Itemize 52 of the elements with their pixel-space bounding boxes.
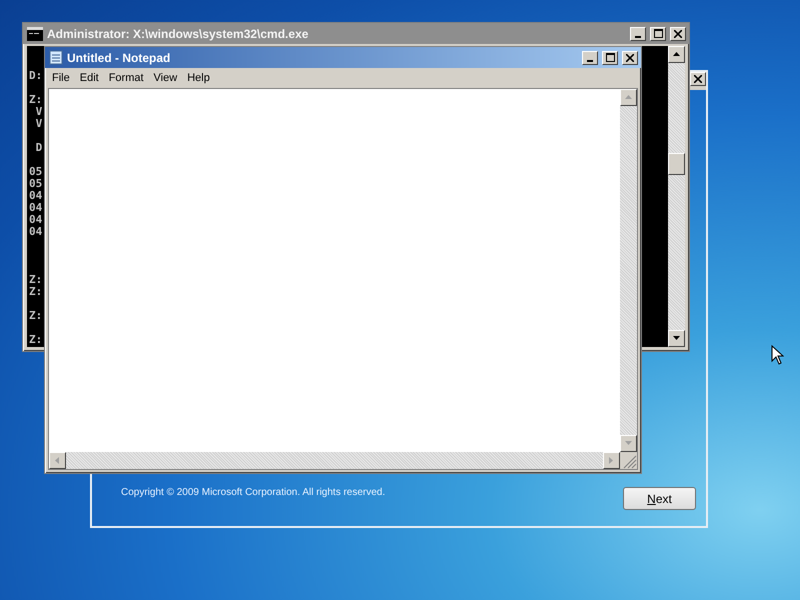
- maximize-icon: [654, 29, 662, 38]
- console-line: 04: [29, 202, 42, 214]
- scroll-down-button[interactable]: [620, 435, 637, 452]
- close-button[interactable]: [690, 72, 706, 86]
- console-line: V: [34, 106, 42, 118]
- console-line: Z:: [29, 274, 42, 286]
- console-line: Z:: [29, 94, 42, 106]
- scrollbar[interactable]: [668, 46, 685, 347]
- window-title: Administrator: X:\windows\system32\cmd.exe: [47, 26, 310, 40]
- console-line: 04: [29, 214, 42, 226]
- console-line: V: [34, 118, 42, 130]
- close-button[interactable]: [622, 50, 638, 64]
- menu-item[interactable]: Help: [182, 72, 215, 84]
- scroll-left-button[interactable]: [49, 452, 66, 469]
- console-line: 04: [29, 190, 42, 202]
- menu-item[interactable]: Edit: [74, 72, 104, 84]
- console-line: Z:: [29, 334, 42, 346]
- mouse-pointer-icon: [771, 345, 784, 365]
- close-icon: [626, 54, 634, 62]
- up-arrow-icon: [672, 50, 681, 59]
- scroll-down-button[interactable]: [668, 330, 685, 347]
- menu-item[interactable]: Format: [104, 72, 149, 84]
- left-arrow-icon: [53, 456, 62, 465]
- minimize-button[interactable]: [630, 26, 646, 40]
- menu-item[interactable]: View: [148, 72, 182, 84]
- scroll-up-button[interactable]: [620, 89, 637, 106]
- scroll-thumb[interactable]: [668, 153, 685, 175]
- minimize-button[interactable]: [582, 50, 598, 64]
- maximize-icon: [606, 53, 614, 62]
- close-button[interactable]: [670, 26, 686, 40]
- console-line: D: [34, 142, 42, 154]
- maximize-button[interactable]: [650, 26, 666, 40]
- up-arrow-icon: [624, 93, 633, 102]
- console-line: 05: [29, 178, 42, 190]
- scroll-up-button[interactable]: [668, 46, 685, 63]
- maximize-button[interactable]: [602, 50, 618, 64]
- notepad-icon: [49, 50, 63, 65]
- menu-item[interactable]: File: [47, 72, 75, 84]
- console-line: Z:: [29, 310, 42, 322]
- minimize-icon: [635, 36, 641, 38]
- next-button[interactable]: Next: [623, 487, 696, 510]
- console-icon: [27, 26, 43, 40]
- console-line: 04: [29, 226, 42, 238]
- console-line: Z:: [29, 286, 42, 298]
- console-line: 05: [29, 166, 42, 178]
- scroll-right-button[interactable]: [603, 452, 620, 469]
- console-line: D:: [29, 70, 42, 82]
- copyright-text: Copyright © 2009 Microsoft Corporation. All rights reserved.: [121, 487, 386, 498]
- close-icon: [694, 75, 702, 83]
- window-title: Untitled - Notepad: [67, 50, 172, 64]
- minimize-icon: [587, 60, 593, 62]
- close-icon: [674, 30, 682, 38]
